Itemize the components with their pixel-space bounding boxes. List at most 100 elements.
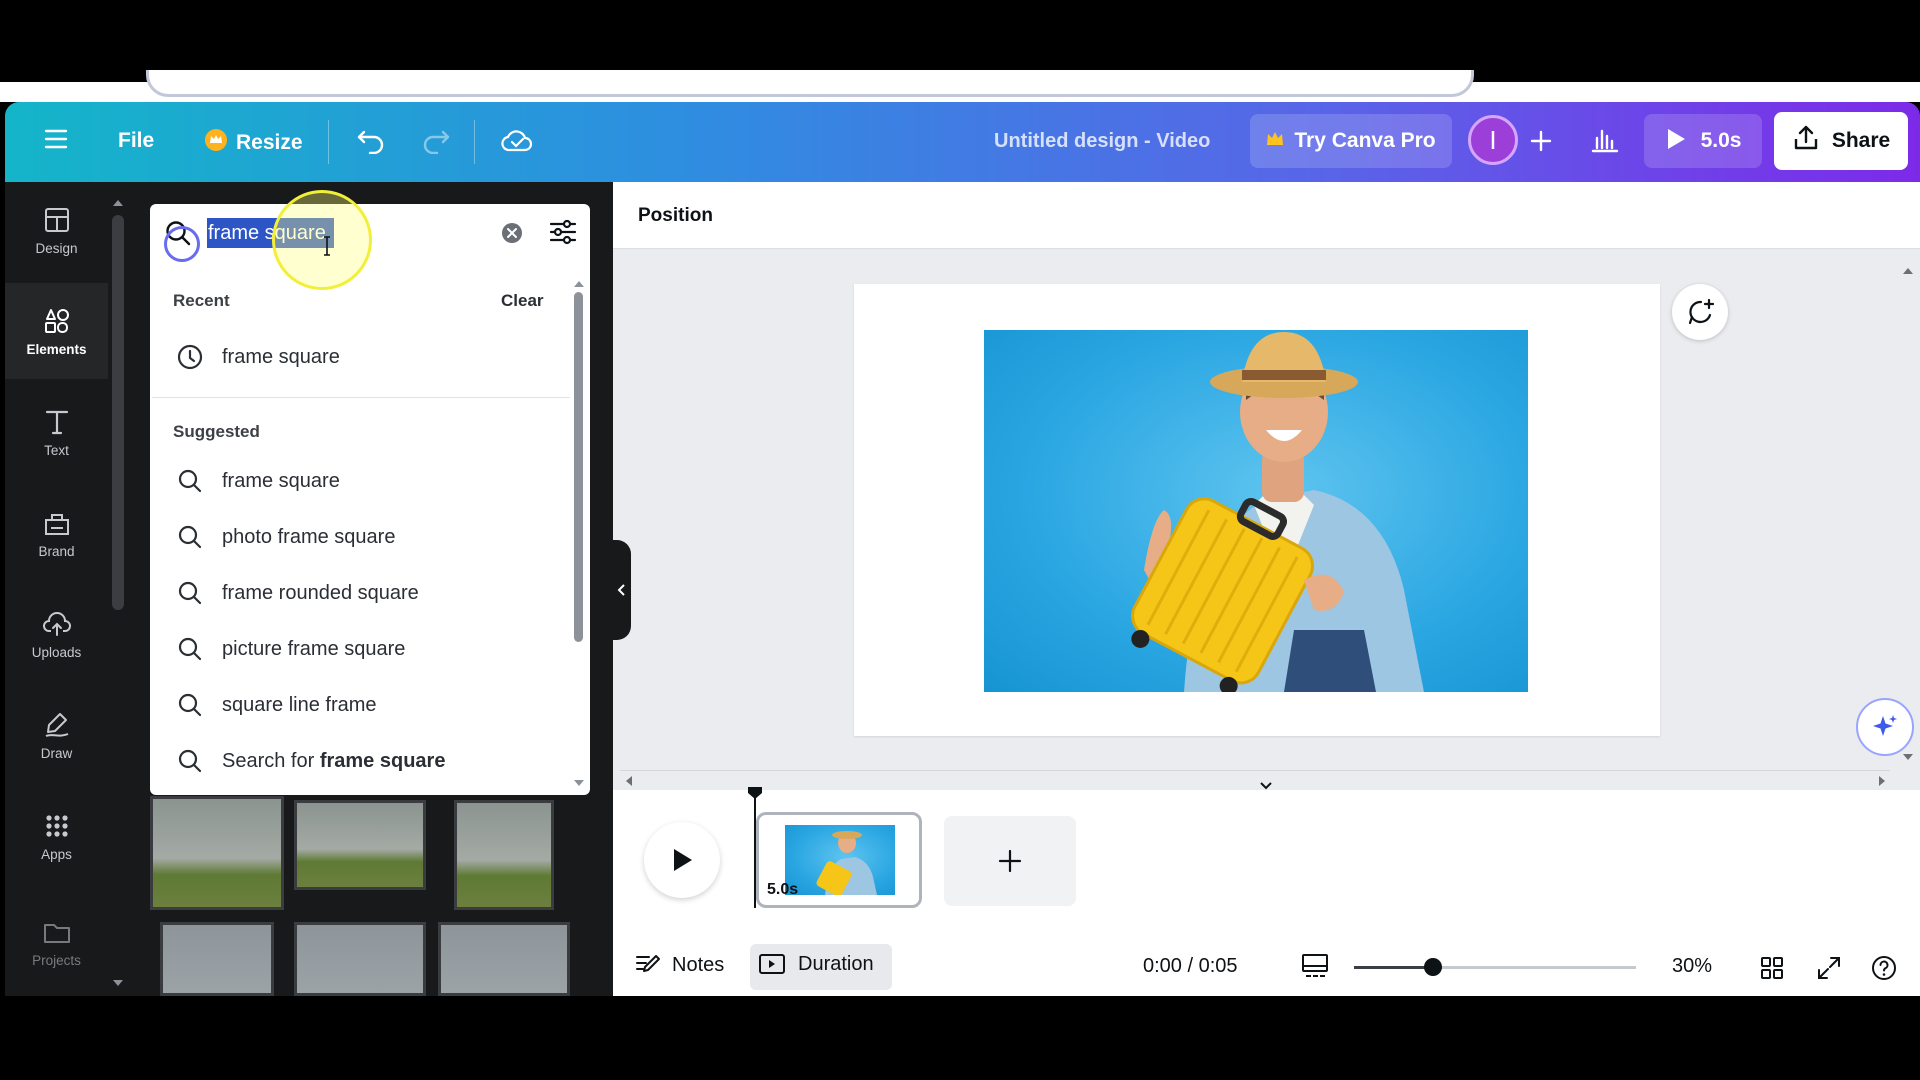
help-icon[interactable] — [1870, 954, 1898, 987]
sidebar-item-design[interactable]: Design — [5, 182, 108, 278]
dropdown-divider — [152, 397, 570, 398]
search-icon — [178, 469, 202, 493]
collapse-panel-handle[interactable] — [613, 540, 631, 640]
frame-result-thumbnail[interactable] — [454, 800, 554, 910]
folder-icon — [43, 924, 70, 943]
crown-icon — [204, 128, 228, 157]
notes-label: Notes — [672, 953, 725, 976]
undo-icon[interactable] — [356, 126, 386, 159]
zoom-level[interactable]: 30% — [1672, 955, 1712, 978]
sidebar-scroll-thumb[interactable] — [112, 215, 124, 610]
add-scene-button[interactable] — [944, 816, 1076, 906]
comment-plus-icon — [1688, 298, 1715, 325]
sidebar-item-label: Brand — [38, 543, 75, 559]
frame-result-thumbnail[interactable] — [294, 922, 426, 996]
dropdown-scroll-thumb[interactable] — [574, 292, 583, 642]
timeline-toggle-chevron-icon[interactable] — [1258, 778, 1274, 796]
scroll-down-arrow-icon[interactable] — [1902, 748, 1914, 766]
crown-icon — [1266, 131, 1284, 152]
suggested-search-label: frame rounded square — [222, 581, 419, 604]
redo-icon[interactable] — [421, 126, 451, 159]
scroll-up-arrow-icon[interactable] — [573, 275, 585, 293]
share-upload-icon — [1792, 124, 1820, 158]
position-button[interactable]: Position — [638, 205, 713, 227]
sidebar-item-label: Text — [44, 442, 69, 458]
zoom-slider-handle[interactable] — [1424, 958, 1442, 976]
file-menu-button[interactable]: File — [118, 129, 154, 153]
menu-icon[interactable] — [44, 128, 68, 155]
search-icon — [178, 693, 202, 717]
timeline-play-button[interactable] — [644, 822, 720, 898]
scene-preview-image — [785, 825, 895, 897]
chevron-left-icon — [617, 584, 625, 596]
playhead[interactable] — [754, 790, 756, 908]
resize-button[interactable]: Resize — [204, 128, 303, 157]
sidebar-item-uploads[interactable]: Uploads — [5, 586, 108, 682]
sidebar-item-brand[interactable]: Brand — [5, 485, 108, 581]
playhead-marker-icon[interactable] — [747, 786, 763, 805]
try-pro-label: Try Canva Pro — [1294, 129, 1436, 152]
add-collaborator-icon[interactable] — [1528, 128, 1554, 159]
fullscreen-icon[interactable] — [1815, 954, 1843, 987]
sidebar-item-elements[interactable]: Elements — [5, 283, 108, 379]
zoom-slider-fill — [1354, 966, 1434, 969]
cloud-saved-icon[interactable] — [501, 126, 533, 159]
clear-search-icon[interactable] — [500, 221, 524, 250]
suggested-heading: Suggested — [173, 422, 260, 441]
sidebar-item-apps[interactable]: Apps — [5, 788, 108, 884]
scroll-down-arrow-icon[interactable] — [573, 774, 585, 792]
page-view-icon[interactable] — [1300, 952, 1330, 985]
search-icon — [178, 637, 202, 661]
play-preview-button[interactable]: 5.0s — [1644, 114, 1762, 168]
search-for-item[interactable]: Search for frame square — [176, 741, 556, 781]
add-comment-button[interactable] — [1672, 284, 1728, 340]
notes-button[interactable]: Notes — [634, 952, 724, 978]
browser-address-bar[interactable] — [146, 70, 1474, 97]
toolbar-divider — [328, 120, 329, 164]
sidebar-item-text[interactable]: Text — [5, 384, 108, 480]
suggested-search-item[interactable]: frame square — [176, 461, 556, 501]
recent-heading: Recent — [173, 291, 230, 310]
try-canva-pro-button[interactable]: Try Canva Pro — [1250, 114, 1452, 168]
sidebar-item-draw[interactable]: Draw — [5, 687, 108, 783]
filter-sliders-icon[interactable] — [548, 218, 578, 251]
grid-view-icon[interactable] — [1758, 954, 1786, 987]
suggested-search-item[interactable]: frame rounded square — [176, 573, 556, 613]
search-suggestions-dropdown: Recent Clear frame square Suggested fram… — [150, 260, 590, 795]
photo-man-with-suitcase[interactable] — [984, 330, 1528, 692]
sidebar-item-label: Apps — [41, 846, 72, 862]
upload-icon — [42, 611, 71, 636]
play-icon — [1665, 127, 1687, 156]
suggested-search-item[interactable]: picture frame square — [176, 629, 556, 669]
notes-pencil-icon — [636, 955, 660, 972]
recent-search-label: frame square — [222, 345, 340, 368]
suggested-search-item[interactable]: photo frame square — [176, 517, 556, 557]
sparkle-icon — [1873, 715, 1897, 736]
sidebar-item-projects[interactable]: Projects — [5, 889, 108, 996]
frame-result-thumbnail[interactable] — [150, 796, 284, 910]
share-button[interactable]: Share — [1774, 112, 1908, 170]
design-title[interactable]: Untitled design - Video — [994, 130, 1210, 153]
shapes-icon — [44, 308, 69, 333]
suggested-search-label: photo frame square — [222, 525, 396, 548]
scroll-down-arrow-icon[interactable] — [112, 974, 124, 992]
sidebar-item-label: Elements — [26, 341, 87, 357]
scroll-up-arrow-icon[interactable] — [112, 194, 124, 212]
layout-icon — [44, 207, 69, 232]
frame-result-thumbnail[interactable] — [294, 800, 426, 890]
click-indicator — [164, 226, 200, 262]
clear-recent-button[interactable]: Clear — [501, 291, 544, 311]
text-cursor-icon — [322, 236, 332, 261]
frame-result-thumbnail[interactable] — [160, 922, 274, 996]
duration-clip-icon — [759, 954, 785, 974]
avatar[interactable]: I — [1468, 115, 1518, 165]
search-icon — [178, 581, 202, 605]
search-icon — [178, 525, 202, 549]
search-for-term: frame square — [319, 749, 446, 772]
insights-chart-icon[interactable] — [1590, 126, 1620, 159]
suggested-search-item[interactable]: square line frame — [176, 685, 556, 725]
recent-search-item[interactable]: frame square — [176, 337, 556, 377]
frame-result-thumbnail[interactable] — [438, 922, 570, 996]
sidebar-item-label: Projects — [32, 953, 81, 968]
scroll-up-arrow-icon[interactable] — [1902, 262, 1914, 280]
